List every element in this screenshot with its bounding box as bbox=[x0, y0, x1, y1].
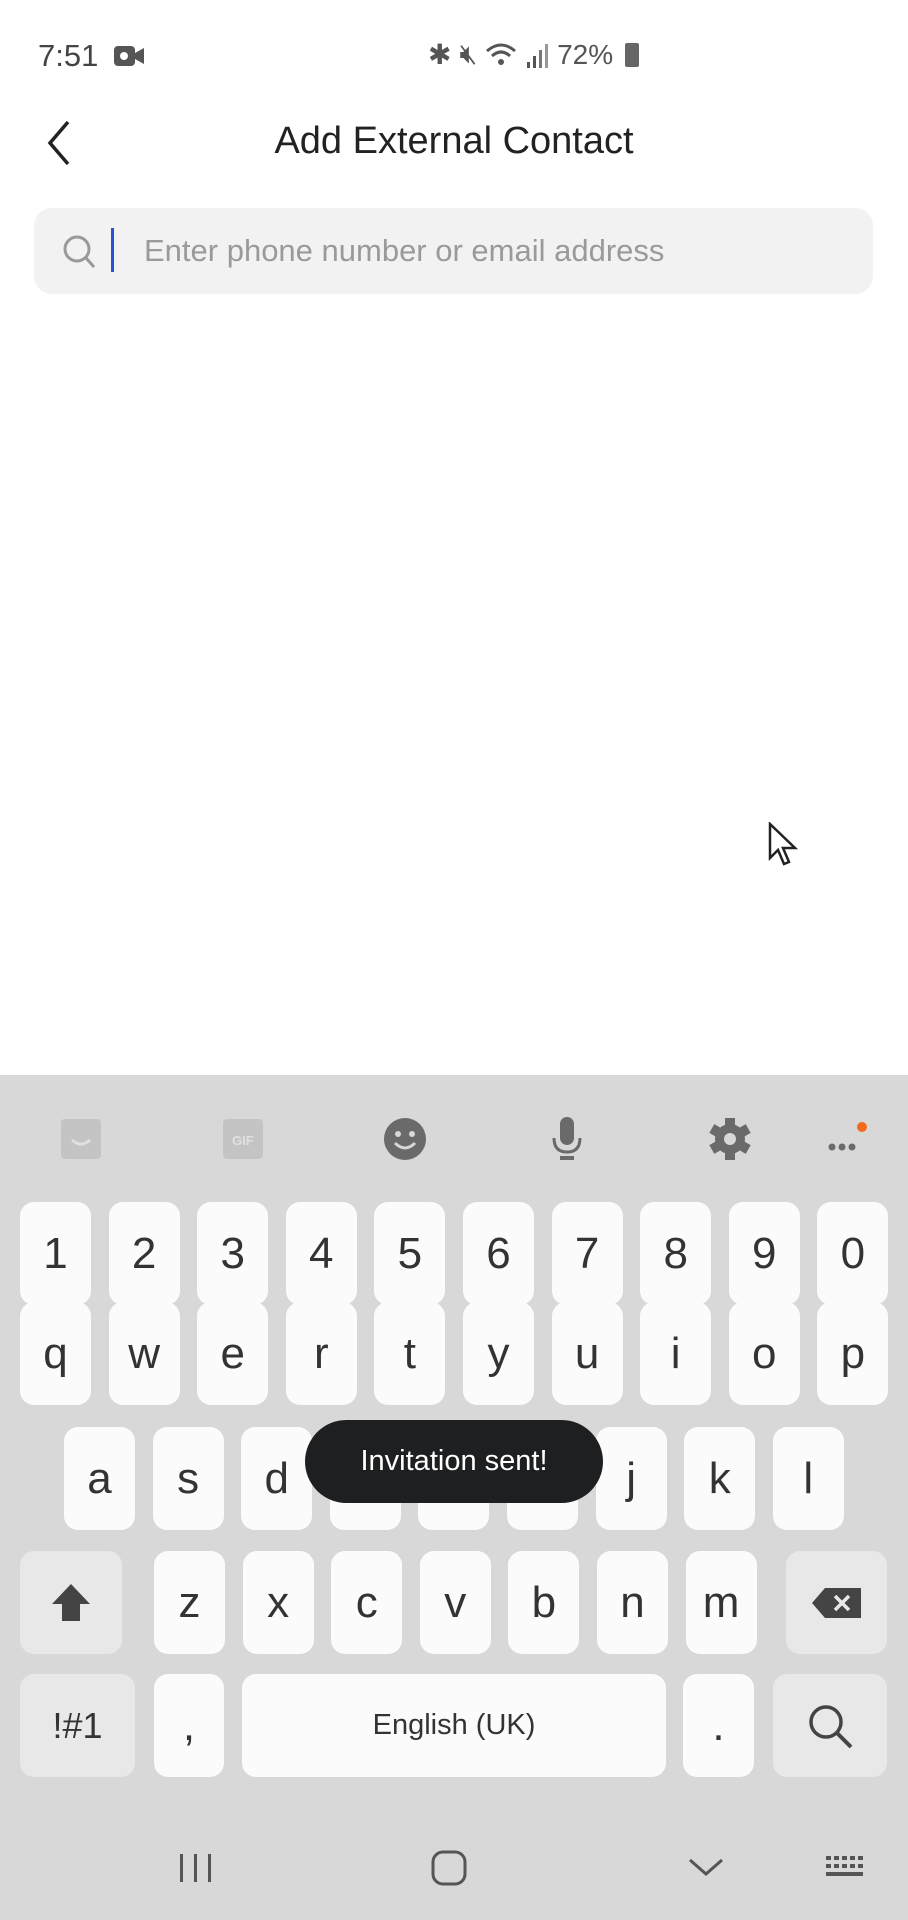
key-e[interactable]: e bbox=[197, 1302, 269, 1405]
key-8[interactable]: 8 bbox=[640, 1202, 712, 1305]
key-d[interactable]: d bbox=[241, 1427, 313, 1530]
search-key[interactable] bbox=[773, 1674, 887, 1777]
shift-icon bbox=[52, 1583, 90, 1621]
key-i[interactable]: i bbox=[640, 1302, 712, 1405]
key-j[interactable]: j bbox=[595, 1427, 667, 1530]
contact-search-input[interactable] bbox=[144, 208, 844, 294]
key-q[interactable]: q bbox=[20, 1302, 91, 1405]
key-9[interactable]: 9 bbox=[728, 1202, 800, 1305]
status-time: 7:51 bbox=[38, 38, 99, 73]
keyboard-switch-icon[interactable] bbox=[824, 1850, 868, 1891]
key-s[interactable]: s bbox=[152, 1427, 224, 1530]
symbols-key[interactable]: !#1 bbox=[20, 1674, 135, 1777]
key-w[interactable]: w bbox=[108, 1302, 180, 1405]
hide-keyboard-icon[interactable] bbox=[686, 1850, 726, 1891]
keyboard-toolbar: GIF bbox=[0, 1075, 908, 1200]
key-2[interactable]: 2 bbox=[108, 1202, 180, 1305]
key-m[interactable]: m bbox=[685, 1551, 757, 1654]
signal-icon bbox=[527, 43, 549, 68]
gear-icon[interactable] bbox=[706, 1115, 754, 1163]
space-key[interactable]: English (UK) bbox=[242, 1674, 666, 1777]
key-7[interactable]: 7 bbox=[551, 1202, 623, 1305]
status-bar: 7:51 ✱ 🔇︎ 72% bbox=[0, 0, 908, 110]
mute-icon: 🔇︎ bbox=[459, 38, 478, 69]
toast-message: Invitation sent! bbox=[305, 1420, 603, 1503]
microphone-icon[interactable] bbox=[543, 1115, 591, 1163]
key-5[interactable]: 5 bbox=[374, 1202, 446, 1305]
key-k[interactable]: k bbox=[684, 1427, 756, 1530]
key-y[interactable]: y bbox=[463, 1302, 534, 1405]
key-v[interactable]: v bbox=[419, 1551, 491, 1654]
key-1[interactable]: 1 bbox=[20, 1202, 91, 1305]
battery-percent: 72% bbox=[557, 38, 614, 70]
key-b[interactable]: b bbox=[508, 1551, 580, 1654]
recent-apps-icon[interactable] bbox=[176, 1850, 216, 1891]
header: Add External Contact bbox=[0, 100, 908, 184]
key-r[interactable]: r bbox=[285, 1302, 357, 1405]
key-o[interactable]: o bbox=[728, 1302, 800, 1405]
key-c[interactable]: c bbox=[331, 1551, 403, 1654]
more-icon[interactable] bbox=[822, 1115, 870, 1163]
key-p[interactable]: p bbox=[817, 1302, 889, 1405]
shift-key[interactable] bbox=[20, 1551, 122, 1654]
emoji-icon[interactable] bbox=[381, 1115, 429, 1163]
key-n[interactable]: n bbox=[597, 1551, 668, 1654]
key-6[interactable]: 6 bbox=[463, 1202, 534, 1305]
key-period[interactable]: . bbox=[683, 1674, 754, 1777]
search-field[interactable] bbox=[34, 208, 873, 294]
wifi-icon bbox=[486, 43, 517, 65]
video-camera-icon bbox=[114, 46, 144, 66]
notification-dot bbox=[857, 1122, 867, 1132]
search-icon bbox=[809, 1704, 853, 1748]
svg-text:GIF: GIF bbox=[232, 1133, 254, 1148]
home-icon[interactable] bbox=[430, 1850, 470, 1891]
key-z[interactable]: z bbox=[154, 1551, 225, 1654]
key-l[interactable]: l bbox=[772, 1427, 844, 1530]
search-icon bbox=[63, 235, 96, 268]
backspace-icon bbox=[811, 1587, 861, 1618]
mouse-pointer-icon bbox=[768, 822, 799, 866]
gif-icon[interactable]: GIF bbox=[219, 1115, 267, 1163]
bluetooth-icon: ✱ bbox=[428, 39, 452, 70]
key-0[interactable]: 0 bbox=[817, 1202, 889, 1305]
page-title: Add External Contact bbox=[274, 120, 634, 162]
key-4[interactable]: 4 bbox=[285, 1202, 357, 1305]
key-3[interactable]: 3 bbox=[197, 1202, 269, 1305]
key-a[interactable]: a bbox=[64, 1427, 135, 1530]
key-comma[interactable]: , bbox=[154, 1674, 224, 1777]
backspace-key[interactable] bbox=[786, 1551, 887, 1654]
key-u[interactable]: u bbox=[551, 1302, 623, 1405]
navigation-bar bbox=[0, 1820, 908, 1920]
key-x[interactable]: x bbox=[242, 1551, 314, 1654]
text-cursor bbox=[111, 228, 114, 272]
sticker-icon[interactable] bbox=[57, 1115, 105, 1163]
battery-icon bbox=[625, 42, 640, 67]
key-t[interactable]: t bbox=[374, 1302, 446, 1405]
